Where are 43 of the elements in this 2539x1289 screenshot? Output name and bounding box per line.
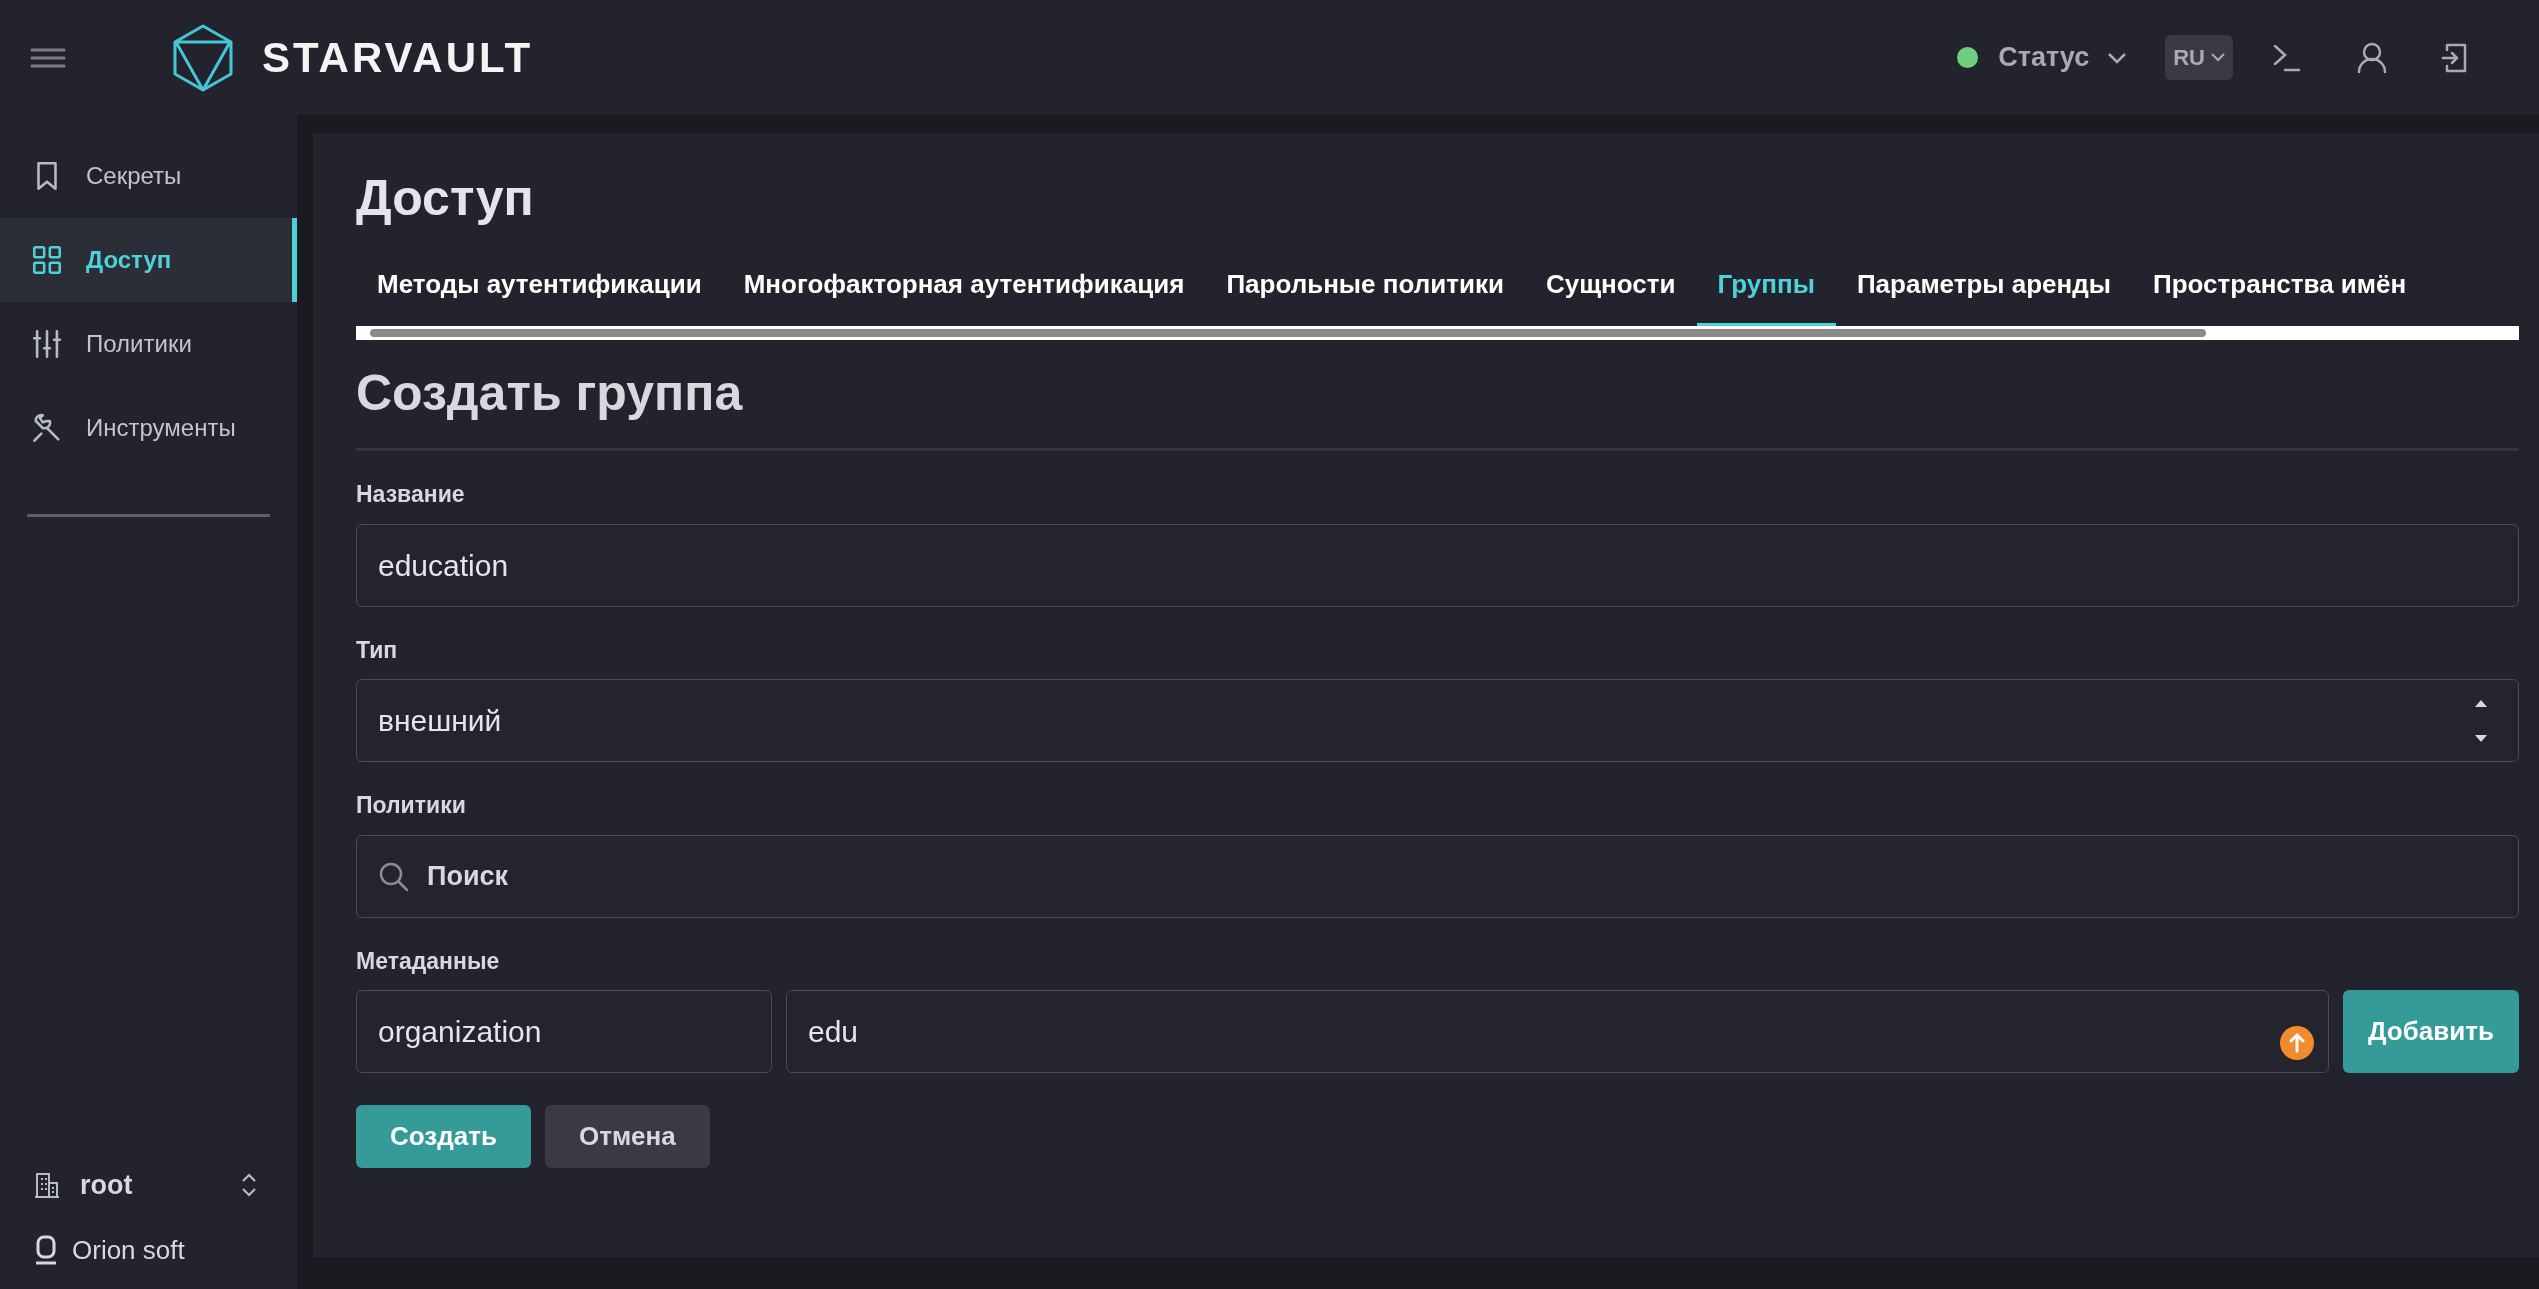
- namespace-label: root: [80, 1168, 133, 1202]
- field-label: Политики: [356, 791, 467, 820]
- textarea-field[interactable]: edu: [786, 990, 2329, 1073]
- sidebar-item[interactable]: Политики: [0, 302, 297, 386]
- field-label: Тип: [356, 635, 399, 665]
- organization-name: Orion soft: [72, 1233, 185, 1267]
- hexagon-logo-icon: [172, 23, 234, 92]
- tab[interactable]: Методы аутентификации: [356, 261, 723, 326]
- sidebar-item[interactable]: Доступ: [0, 218, 297, 302]
- menu-icon[interactable]: [30, 46, 66, 69]
- chevron-up-down-icon[interactable]: [241, 1172, 257, 1198]
- form-title: Создать группа: [356, 368, 744, 418]
- arrow-up-icon[interactable]: [2280, 1026, 2314, 1060]
- page-title: Доступ: [356, 173, 535, 223]
- tab[interactable]: Параметры аренды: [1835, 261, 2132, 326]
- tab[interactable]: Пространства имён: [2132, 261, 2428, 326]
- terminal-icon[interactable]: [2273, 42, 2301, 73]
- search-field[interactable]: Поиск: [356, 834, 2519, 918]
- select-field[interactable]: внешний: [356, 679, 2519, 762]
- chevron-down-icon: [2107, 51, 2128, 64]
- field-label: Метаданные: [356, 946, 501, 976]
- logo-text: STARVAULT: [262, 33, 534, 83]
- up-down-arrows-icon: [2474, 698, 2488, 743]
- tab[interactable]: Многофакторная аутентификация: [722, 261, 1206, 326]
- grid-icon: [30, 243, 64, 277]
- sign-in-icon[interactable]: [2441, 41, 2467, 74]
- tab[interactable]: Сущности: [1524, 261, 1697, 326]
- sidebar-item[interactable]: Инструменты: [0, 386, 297, 470]
- field-label: Название: [356, 480, 466, 509]
- cancel-button[interactable]: Отмена: [544, 1105, 710, 1168]
- building-icon: [34, 1171, 60, 1199]
- sliders-icon: [30, 327, 64, 361]
- sidebar-item[interactable]: Секреты: [0, 134, 297, 218]
- input-field[interactable]: organization: [356, 990, 772, 1073]
- horizontal-scrollbar[interactable]: [356, 326, 2519, 340]
- user-icon[interactable]: [2357, 41, 2387, 74]
- tab[interactable]: Парольные политики: [1205, 261, 1525, 326]
- input-field[interactable]: education: [356, 523, 2519, 607]
- status-dropdown[interactable]: Статус: [1998, 37, 2128, 78]
- language-select[interactable]: RU: [2165, 35, 2233, 80]
- chevron-down-icon: [2211, 53, 2225, 62]
- search-icon: [378, 860, 410, 893]
- organization-logo-icon: [34, 1235, 58, 1265]
